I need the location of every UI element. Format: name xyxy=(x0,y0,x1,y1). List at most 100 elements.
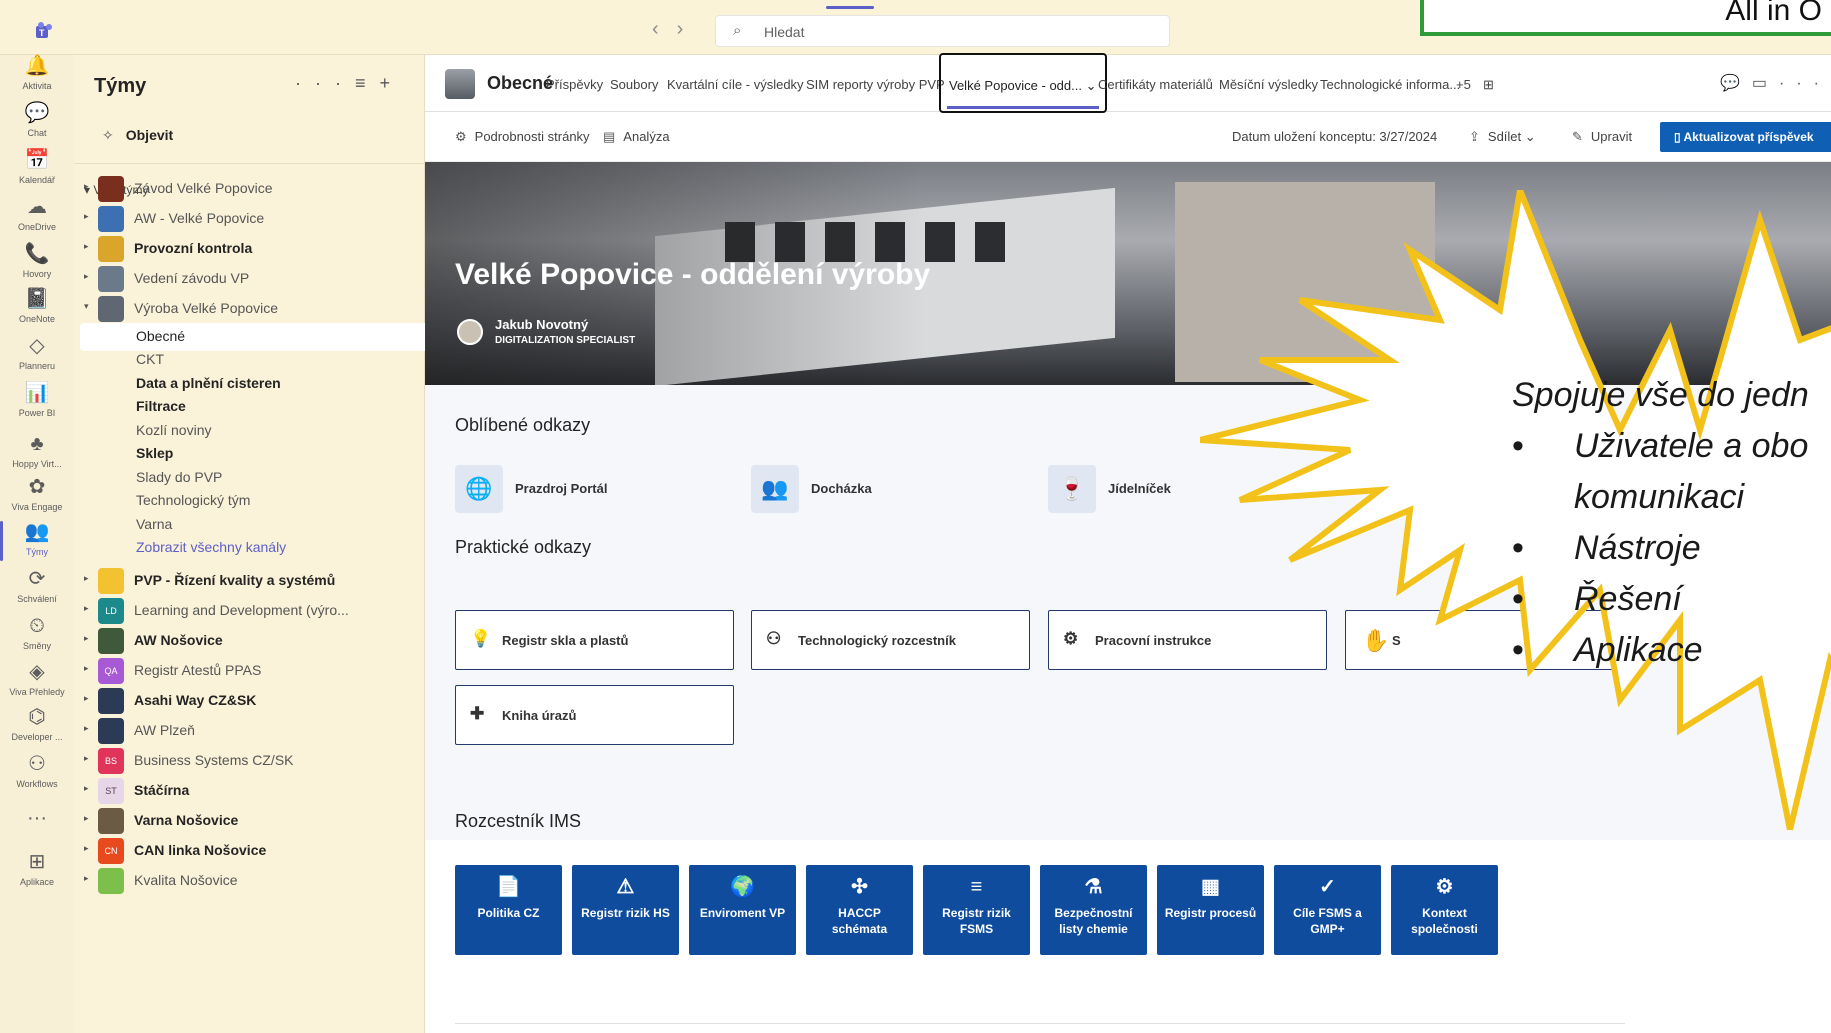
show-all-channels-link[interactable]: Zobrazit všechny kanály xyxy=(136,539,286,565)
team-row[interactable]: ▸ QA Registr Atestů PPAS xyxy=(74,655,425,685)
chevron-right-icon[interactable]: ▸ xyxy=(84,181,89,192)
team-avatar xyxy=(98,568,124,594)
update-post-button[interactable]: ▯ Aktualizovat příspěvek xyxy=(1660,122,1831,152)
chevron-down-icon[interactable]: ▾ xyxy=(84,301,89,312)
rail-item-workflows[interactable]: ⚇ Workflows xyxy=(0,753,74,789)
ims-tile[interactable]: 📄 Politika CZ xyxy=(455,865,562,955)
chevron-right-icon[interactable]: ▸ xyxy=(84,633,89,644)
tab-7[interactable]: Technologické informa... xyxy=(1320,77,1460,92)
team-row[interactable]: ▸ BS Business Systems CZ/SK xyxy=(74,745,425,775)
rail-item-viva-insights[interactable]: ◈ Viva Přehledy xyxy=(0,661,74,697)
practical-link[interactable]: 💡 Registr skla a plastů xyxy=(455,610,734,670)
chevron-right-icon[interactable]: ▸ xyxy=(84,211,89,222)
rail-item-apps[interactable]: ⊞ Aplikace xyxy=(0,851,74,887)
rail-item-approvals[interactable]: ⟳ Schválení xyxy=(0,568,74,604)
chevron-right-icon[interactable]: ▸ xyxy=(84,693,89,704)
tab-4[interactable]: Velké Popovice - odd... ⌄ xyxy=(939,53,1107,113)
ims-tile[interactable]: ▦ Registr procesů xyxy=(1157,865,1264,955)
chat-icon[interactable]: 💬 xyxy=(1720,75,1752,92)
rail-item-cloud[interactable]: ☁ OneDrive xyxy=(0,196,74,232)
author-avatar[interactable] xyxy=(457,319,483,345)
share-button[interactable]: ⇪ Sdílet ⌄ xyxy=(1469,129,1536,145)
person-warning-icon: ⚠ xyxy=(616,876,635,898)
back-arrow-icon[interactable]: ‹ xyxy=(652,18,677,40)
more-icon[interactable]: ··· xyxy=(295,73,355,93)
channel-item[interactable]: Filtrace xyxy=(136,398,186,424)
tab-6[interactable]: Měsíční výsledky xyxy=(1219,77,1318,92)
team-row[interactable]: ▸ Asahi Way CZ&SK xyxy=(74,685,425,715)
analytics-button[interactable]: ▤ Analýza xyxy=(603,129,670,145)
tab-5[interactable]: Certifikáty materiálů xyxy=(1098,77,1213,92)
ims-tile[interactable]: ≡ Registr rizik FSMS xyxy=(923,865,1030,955)
channel-item[interactable]: Technologický tým xyxy=(136,492,250,518)
practical-link[interactable]: ⚇ Technologický rozcestník xyxy=(751,610,1030,670)
ims-tile[interactable]: ✓ Cíle FSMS a GMP+ xyxy=(1274,865,1381,955)
rail-item-viva-engage[interactable]: ✿ Viva Engage xyxy=(0,476,74,512)
team-row[interactable]: ▸ ST Stáčírna xyxy=(74,775,425,805)
rail-item-phone[interactable]: 📞 Hovory xyxy=(0,243,74,279)
rail-item-powerbi[interactable]: 📊 Power BI xyxy=(0,382,74,418)
chevron-right-icon[interactable]: ▸ xyxy=(84,753,89,764)
rail-item-onenote[interactable]: 📓 OneNote xyxy=(0,288,74,324)
chevron-right-icon[interactable]: ▸ xyxy=(84,873,89,884)
team-row[interactable]: ▸ Závod Velké Popovice xyxy=(74,173,425,203)
chevron-right-icon[interactable]: ▸ xyxy=(84,813,89,824)
team-row[interactable]: ▸ Kvalita Nošovice xyxy=(74,865,425,895)
page-details-button[interactable]: ⚙ Podrobnosti stránky xyxy=(455,129,590,145)
author-name[interactable]: Jakub Novotný xyxy=(495,317,588,332)
chevron-right-icon[interactable]: ▸ xyxy=(84,783,89,794)
tab-3[interactable]: SIM reporty výroby PVP xyxy=(806,77,945,92)
team-row[interactable]: ▸ Varna Nošovice xyxy=(74,805,425,835)
rail-item-calendar[interactable]: 📅 Kalendář xyxy=(0,149,74,185)
chevron-right-icon[interactable]: ▸ xyxy=(84,603,89,614)
filter-icon[interactable]: ≡ xyxy=(355,73,380,93)
chevron-right-icon[interactable]: ▸ xyxy=(84,241,89,252)
forward-arrow-icon[interactable]: › xyxy=(677,18,702,40)
team-row[interactable]: ▾ Výroba Velké Popovice xyxy=(74,293,425,323)
rail-item-shifts[interactable]: ⏲ Směny xyxy=(0,615,74,651)
tab-8[interactable]: +5 xyxy=(1456,77,1471,92)
team-row[interactable]: ▸ Provozní kontrola xyxy=(74,233,425,263)
tab-1[interactable]: Soubory xyxy=(610,77,658,92)
team-row[interactable]: ▸ AW - Velké Popovice xyxy=(74,203,425,233)
chevron-right-icon[interactable]: ▸ xyxy=(84,843,89,854)
chevron-right-icon[interactable]: ▸ xyxy=(84,723,89,734)
rail-item-more[interactable]: ··· xyxy=(0,807,74,833)
chevron-right-icon[interactable]: ▸ xyxy=(84,573,89,584)
rail-item-planner[interactable]: ◇ Planneru xyxy=(0,335,74,371)
channel-item[interactable]: CKT xyxy=(136,351,164,377)
rail-item-developer[interactable]: ⌬ Developer ... xyxy=(0,706,74,742)
tab-label: +5 xyxy=(1456,77,1471,92)
team-row[interactable]: ▸ LD Learning and Development (výro... xyxy=(74,595,425,625)
team-row[interactable]: ▸ AW Plzeň xyxy=(74,715,425,745)
ims-tile[interactable]: ⚙ Kontext společnosti xyxy=(1391,865,1498,955)
team-row[interactable]: ▸ Vedení závodu VP xyxy=(74,263,425,293)
chevron-right-icon[interactable]: ▸ xyxy=(84,271,89,282)
discover-button[interactable]: ✧ Objevit xyxy=(102,127,173,144)
phone-icon: 📞 xyxy=(24,243,50,265)
add-tab-icon[interactable]: ⊞ xyxy=(1483,77,1494,93)
add-icon[interactable]: + xyxy=(379,73,404,93)
team-row[interactable]: ▸ CN CAN linka Nošovice xyxy=(74,835,425,865)
history-nav[interactable]: ‹› xyxy=(652,18,701,41)
search-input[interactable]: ⌕ Hledat xyxy=(715,15,1170,47)
tab-2[interactable]: Kvartální cíle - výsledky xyxy=(667,77,804,92)
callout-text: Spojuje vše do jedn Uživatele a obo komu… xyxy=(1512,370,1809,676)
channel-item[interactable]: Sklep xyxy=(136,445,173,471)
rail-item-teams[interactable]: 👥 Týmy xyxy=(0,521,74,561)
ims-tile[interactable]: ⚗ Bezpečnostní listy chemie xyxy=(1040,865,1147,955)
more-icon[interactable]: ··· xyxy=(1779,75,1831,92)
ims-tile[interactable]: 🌍 Enviroment VP xyxy=(689,865,796,955)
team-row[interactable]: ▸ PVP - Řízení kvality a systémů xyxy=(74,565,425,595)
practical-link[interactable]: ✚ Kniha úrazů xyxy=(455,685,734,745)
rail-item-bell[interactable]: 🔔 Aktivita xyxy=(0,55,74,91)
ims-tile[interactable]: ✣ HACCP schémata xyxy=(806,865,913,955)
video-icon[interactable]: ▭ xyxy=(1752,75,1779,92)
rail-item-chat[interactable]: 💬 Chat xyxy=(0,102,74,138)
edit-button[interactable]: ✎ Upravit xyxy=(1572,129,1632,145)
ims-tile[interactable]: ⚠ Registr rizik HS xyxy=(572,865,679,955)
tab-0[interactable]: Příspěvky xyxy=(546,77,603,92)
team-row[interactable]: ▸ AW Nošovice xyxy=(74,625,425,655)
rail-item-hoppy[interactable]: ♣ Hoppy Virt... xyxy=(0,433,74,469)
chevron-right-icon[interactable]: ▸ xyxy=(84,663,89,674)
